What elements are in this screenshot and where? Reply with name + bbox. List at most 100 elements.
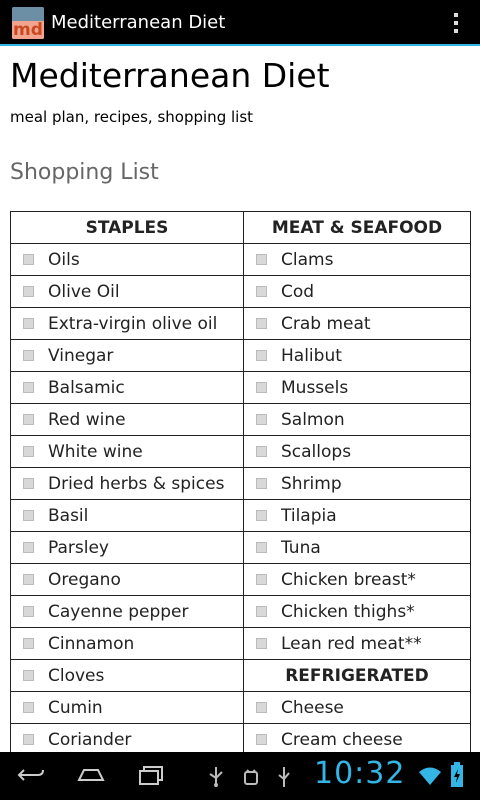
list-item[interactable]: Dried herbs & spices	[10, 467, 244, 500]
item-label: Coriander	[48, 729, 132, 750]
shopping-list-table: STAPLES MEAT & SEAFOOD Oils Clams Olive Oil C…	[10, 211, 471, 752]
list-item[interactable]: Red wine	[10, 403, 244, 436]
list-item[interactable]: Cinnamon	[10, 627, 244, 660]
list-item[interactable]: Tuna	[243, 531, 471, 564]
list-item[interactable]: Chicken thighs*	[243, 595, 471, 628]
checkbox[interactable]	[23, 350, 34, 361]
battery-charging-icon	[450, 762, 464, 792]
list-item[interactable]: Cumin	[10, 691, 244, 724]
list-item[interactable]: Cloves	[10, 659, 244, 692]
item-label: Vinegar	[48, 345, 114, 366]
main-content: Mediterranean Diet meal plan, recipes, s…	[0, 48, 480, 752]
checkbox[interactable]	[23, 510, 34, 521]
checkbox[interactable]	[23, 670, 34, 681]
checkbox[interactable]	[256, 702, 267, 713]
list-item[interactable]: White wine	[10, 435, 244, 468]
table-row: Oils Clams	[10, 243, 471, 276]
list-item[interactable]: Salmon	[243, 403, 471, 436]
app-logo-icon[interactable]: md	[12, 7, 44, 39]
item-label: Dried herbs & spices	[48, 473, 225, 494]
checkbox[interactable]	[256, 446, 267, 457]
checkbox[interactable]	[256, 350, 267, 361]
checkbox[interactable]	[23, 382, 34, 393]
checkbox[interactable]	[23, 478, 34, 489]
checkbox[interactable]	[256, 638, 267, 649]
checkbox[interactable]	[23, 606, 34, 617]
list-item[interactable]: Shrimp	[243, 467, 471, 500]
wifi-icon	[418, 766, 442, 790]
table-row: Dried herbs & spices Shrimp	[10, 467, 471, 500]
list-item[interactable]: Scallops	[243, 435, 471, 468]
item-label: White wine	[48, 441, 143, 462]
list-item[interactable]: Balsamic	[10, 371, 244, 404]
list-item[interactable]: Tilapia	[243, 499, 471, 532]
checkbox[interactable]	[23, 734, 34, 745]
column-header: MEAT & SEAFOOD	[243, 211, 471, 244]
table-row: Coriander Cream cheese	[10, 723, 471, 752]
list-item[interactable]: Halibut	[243, 339, 471, 372]
list-item[interactable]: Parsley	[10, 531, 244, 564]
list-item[interactable]: Olive Oil	[10, 275, 244, 308]
checkbox[interactable]	[256, 414, 267, 425]
checkbox[interactable]	[23, 414, 34, 425]
checkbox[interactable]	[23, 702, 34, 713]
checkbox[interactable]	[23, 638, 34, 649]
item-label: Cod	[281, 281, 315, 302]
list-item[interactable]: Oregano	[10, 563, 244, 596]
list-item[interactable]: Chicken breast*	[243, 563, 471, 596]
list-item[interactable]: Extra-virgin olive oil	[10, 307, 244, 340]
list-item[interactable]: Crab meat	[243, 307, 471, 340]
list-item[interactable]: Cayenne pepper	[10, 595, 244, 628]
item-label: Cheese	[281, 697, 344, 718]
page-title: Mediterranean Diet	[10, 56, 330, 95]
item-label: Oils	[48, 249, 80, 270]
list-item[interactable]: Oils	[10, 243, 244, 276]
table-row: Olive Oil Cod	[10, 275, 471, 308]
checkbox[interactable]	[256, 478, 267, 489]
item-label: Mussels	[281, 377, 349, 398]
item-label: Basil	[48, 505, 89, 526]
checkbox[interactable]	[256, 510, 267, 521]
checkbox[interactable]	[256, 542, 267, 553]
list-item[interactable]: Mussels	[243, 371, 471, 404]
checkbox[interactable]	[256, 254, 267, 265]
checkbox[interactable]	[256, 286, 267, 297]
item-label: Scallops	[281, 441, 352, 462]
checkbox[interactable]	[23, 318, 34, 329]
checkbox[interactable]	[23, 286, 34, 297]
checkbox[interactable]	[256, 574, 267, 585]
list-item[interactable]: Cheese	[243, 691, 471, 724]
item-label: Cumin	[48, 697, 103, 718]
item-label: Salmon	[281, 409, 345, 430]
home-icon[interactable]	[76, 764, 105, 786]
checkbox[interactable]	[256, 318, 267, 329]
item-label: Extra-virgin olive oil	[48, 313, 218, 334]
item-label: Parsley	[48, 537, 109, 558]
table-row: Extra-virgin olive oil Crab meat	[10, 307, 471, 340]
table-row: Red wine Salmon	[10, 403, 471, 436]
checkbox[interactable]	[256, 382, 267, 393]
checkbox[interactable]	[23, 446, 34, 457]
list-item[interactable]: Clams	[243, 243, 471, 276]
checkbox[interactable]	[256, 606, 267, 617]
list-item[interactable]: Coriander	[10, 723, 244, 752]
overflow-menu-icon[interactable]	[452, 13, 460, 35]
item-label: Chicken breast*	[281, 569, 416, 590]
checkbox[interactable]	[23, 542, 34, 553]
column-header: STAPLES	[10, 211, 244, 244]
usb-connection-icon	[274, 766, 294, 792]
item-label: Clams	[281, 249, 334, 270]
list-item[interactable]: Lean red meat**	[243, 627, 471, 660]
table-row: Cayenne pepper Chicken thighs*	[10, 595, 471, 628]
list-item[interactable]: Basil	[10, 499, 244, 532]
list-item[interactable]: Cod	[243, 275, 471, 308]
checkbox[interactable]	[23, 574, 34, 585]
checkbox[interactable]	[23, 254, 34, 265]
back-icon[interactable]	[16, 764, 44, 786]
checkbox[interactable]	[256, 734, 267, 745]
list-item[interactable]: Vinegar	[10, 339, 244, 372]
list-item[interactable]: Cream cheese	[243, 723, 471, 752]
column-header: REFRIGERATED	[243, 659, 471, 692]
item-label: Balsamic	[48, 377, 125, 398]
recents-icon[interactable]	[136, 764, 164, 786]
